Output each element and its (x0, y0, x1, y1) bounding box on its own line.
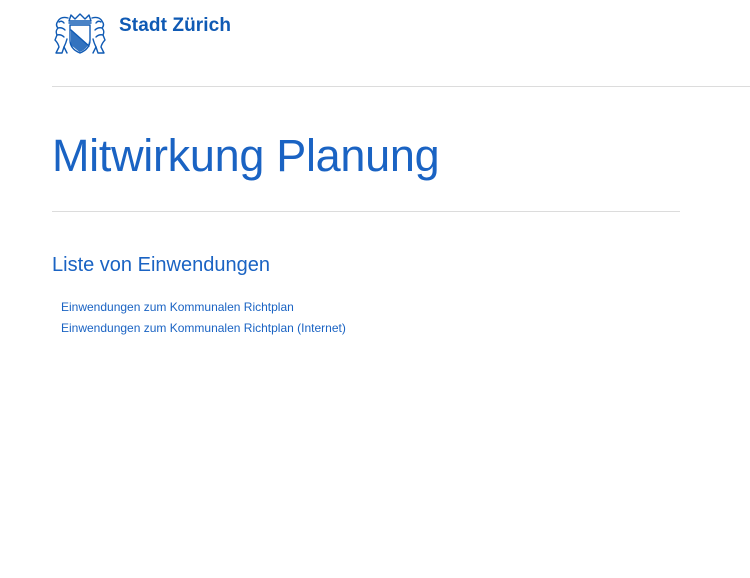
brand-name: Stadt Zürich (119, 15, 232, 36)
list-item: Einwendungen zum Kommunalen Richtplan (61, 299, 346, 315)
list-item: Einwendungen zum Kommunalen Richtplan (I… (61, 320, 346, 336)
zurich-coat-of-arms-icon (54, 13, 106, 54)
title-divider (52, 211, 680, 212)
header-divider (52, 86, 750, 87)
einwendungen-list: Einwendungen zum Kommunalen Richtplan Ei… (61, 299, 346, 341)
stadt-zurich-home-link[interactable]: Stadt Zürich (52, 12, 231, 56)
link-einwendungen-richtplan[interactable]: Einwendungen zum Kommunalen Richtplan (61, 300, 294, 314)
page: Stadt Zürich Mitwirkung Planung Liste vo… (0, 0, 750, 578)
section-title: Liste von Einwendungen (52, 254, 270, 276)
page-title: Mitwirkung Planung (52, 130, 440, 181)
link-einwendungen-richtplan-internet[interactable]: Einwendungen zum Kommunalen Richtplan (I… (61, 321, 346, 335)
